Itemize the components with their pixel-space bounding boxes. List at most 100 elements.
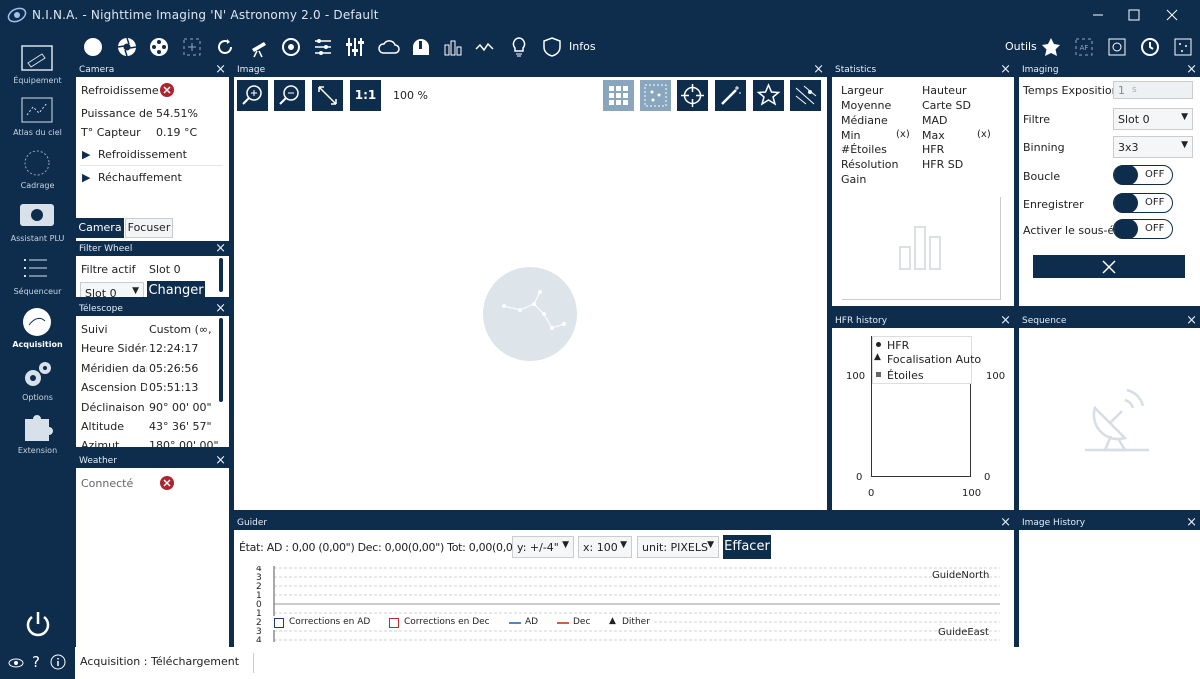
nav-equipment[interactable]: Équipement xyxy=(0,39,75,91)
safety-monitor-icon[interactable] xyxy=(473,35,497,59)
binning-select[interactable]: 3x3 ▼ xyxy=(1113,136,1193,158)
zoom-in-button[interactable] xyxy=(237,80,268,111)
close-window-button[interactable] xyxy=(1162,6,1182,24)
toggle-text: OFF xyxy=(1145,169,1165,180)
subsample-toggle[interactable]: OFF xyxy=(1113,219,1173,239)
guide-graph: 432101234 xyxy=(252,566,1004,642)
tab-camera[interactable]: Camera xyxy=(76,218,124,238)
close-icon[interactable]: × xyxy=(215,242,226,255)
moon-icon[interactable] xyxy=(81,35,105,59)
close-icon[interactable]: × xyxy=(215,63,226,76)
grid-overlay-button[interactable] xyxy=(603,80,634,111)
unit-select[interactable]: unit: PIXELS ▼ xyxy=(637,536,719,558)
save-toggle[interactable]: OFF xyxy=(1113,193,1173,213)
minimize-button[interactable] xyxy=(1088,6,1108,24)
star-icon[interactable] xyxy=(1039,35,1063,59)
image-area[interactable]: 1:1 100 % xyxy=(234,77,827,510)
y-scale-select[interactable]: y: +/-4" ▼ xyxy=(512,536,574,558)
eye-icon[interactable] xyxy=(8,656,24,670)
flat-panel-icon[interactable] xyxy=(441,35,465,59)
star-annotation-button[interactable] xyxy=(753,80,784,111)
warming-expander[interactable]: ▶ Réchauffement xyxy=(80,167,223,189)
filter-select[interactable]: Slot 0 ▼ xyxy=(1113,108,1193,130)
nav-sky-atlas[interactable]: Atlas du ciel xyxy=(0,91,75,143)
x-axis-left: 0 xyxy=(868,488,875,499)
nav-label: Atlas du ciel xyxy=(13,128,62,137)
app-logo-icon xyxy=(7,5,27,25)
power-icon[interactable] xyxy=(24,609,52,639)
gears-icon xyxy=(19,360,55,390)
close-icon[interactable]: × xyxy=(813,63,824,76)
telescope-annotation-button[interactable] xyxy=(790,80,821,111)
cooling-expander[interactable]: ▶ Refroidissement xyxy=(80,144,223,166)
close-icon[interactable]: × xyxy=(215,454,226,467)
stat-hfr-sd-label: HFR SD xyxy=(922,158,964,171)
close-icon[interactable]: × xyxy=(1000,516,1011,529)
close-icon[interactable]: × xyxy=(1186,63,1197,76)
rotator-icon[interactable] xyxy=(213,35,237,59)
maximize-button[interactable] xyxy=(1124,6,1144,24)
nav-options[interactable]: Options xyxy=(0,356,75,408)
switch-icon[interactable] xyxy=(311,35,335,59)
shield-icon[interactable] xyxy=(540,35,564,59)
triangle-right-icon: ▶ xyxy=(82,171,91,184)
sky-map-icon xyxy=(19,95,55,125)
select-value: Slot 0 xyxy=(1118,113,1150,126)
nav-flat-wizard[interactable]: Assistant PLU xyxy=(0,197,75,249)
x-scale-select[interactable]: x: 100 ▼ xyxy=(578,536,632,558)
triangle-icon: ▲ xyxy=(874,352,881,362)
y-axis-bottom-left: 0 xyxy=(856,472,863,483)
satellite-dish-icon xyxy=(1077,376,1157,456)
help-icon[interactable]: ? xyxy=(32,653,40,671)
crosshair-button[interactable] xyxy=(677,80,708,111)
close-icon[interactable]: × xyxy=(1000,314,1011,327)
focuser-icon[interactable] xyxy=(180,35,204,59)
close-icon[interactable]: × xyxy=(1186,516,1197,529)
filter-select[interactable]: Slot 0 ▼ xyxy=(80,282,144,297)
infos-label[interactable]: Infos xyxy=(569,40,596,53)
close-icon[interactable]: × xyxy=(215,302,226,315)
telescope-panel: Télescope × Suivi Custom (∞, Heure Sidéra… xyxy=(76,302,229,447)
tools-label: Outils xyxy=(1005,40,1037,53)
imaging-panel: Imaging × Temps Exposition 1 s Filtre Slo… xyxy=(1019,63,1200,306)
title-bar: N.I.N.A. - Nighttime Imaging 'N' Astrono… xyxy=(0,0,1200,31)
exposure-time-input[interactable]: 1 s xyxy=(1113,81,1193,99)
cancel-exposure-button[interactable] xyxy=(1033,255,1185,278)
filter-wheel-icon[interactable] xyxy=(147,35,171,59)
actual-size-button[interactable]: 1:1 xyxy=(350,80,381,111)
nav-sequencer[interactable]: Séquenceur xyxy=(0,250,75,302)
dome-icon[interactable] xyxy=(409,35,433,59)
lightbulb-icon[interactable] xyxy=(507,35,531,59)
tab-focuser[interactable]: Focuser xyxy=(125,218,173,238)
close-icon[interactable]: × xyxy=(1186,314,1197,327)
plate-solve-icon[interactable] xyxy=(1105,35,1129,59)
zoom-out-button[interactable] xyxy=(274,80,305,111)
clear-button[interactable]: Effacer xyxy=(723,535,771,559)
guider-panel: Guider × État: AD : 0,00 (0,00") Dec: 0,0… xyxy=(234,516,1014,647)
guider-icon[interactable] xyxy=(279,35,303,59)
nav-framing[interactable]: Cadrage xyxy=(0,144,75,196)
star-field-icon[interactable] xyxy=(1171,35,1195,59)
star-detection-button[interactable] xyxy=(640,80,671,111)
sliders-icon[interactable] xyxy=(343,35,367,59)
info-icon[interactable] xyxy=(50,654,66,670)
autofocus-icon[interactable]: AF xyxy=(1072,35,1096,59)
stat-median-label: Médiane xyxy=(841,114,888,127)
close-icon[interactable]: × xyxy=(1000,63,1011,76)
panel-header: Télescope × xyxy=(76,302,229,316)
change-filter-button[interactable]: Changer xyxy=(147,281,205,297)
nav-imaging[interactable]: Acquisition xyxy=(0,303,75,355)
scrollbar[interactable] xyxy=(219,258,223,292)
weather-cloud-icon[interactable] xyxy=(377,35,401,59)
history-clock-icon[interactable] xyxy=(1138,35,1162,59)
telescope-icon[interactable] xyxy=(247,35,271,59)
active-filter-label: Filtre actif xyxy=(81,263,136,276)
ra-line-swatch xyxy=(509,622,521,624)
fit-to-screen-button[interactable] xyxy=(312,80,343,111)
loop-toggle[interactable]: OFF xyxy=(1113,165,1173,185)
nav-plugins[interactable]: Extension xyxy=(0,409,75,461)
azimuth-value: 180° 00' 00" xyxy=(149,439,219,447)
camera-aperture-icon[interactable] xyxy=(115,35,139,59)
scrollbar[interactable] xyxy=(219,318,223,402)
magic-wand-button[interactable] xyxy=(715,80,746,111)
